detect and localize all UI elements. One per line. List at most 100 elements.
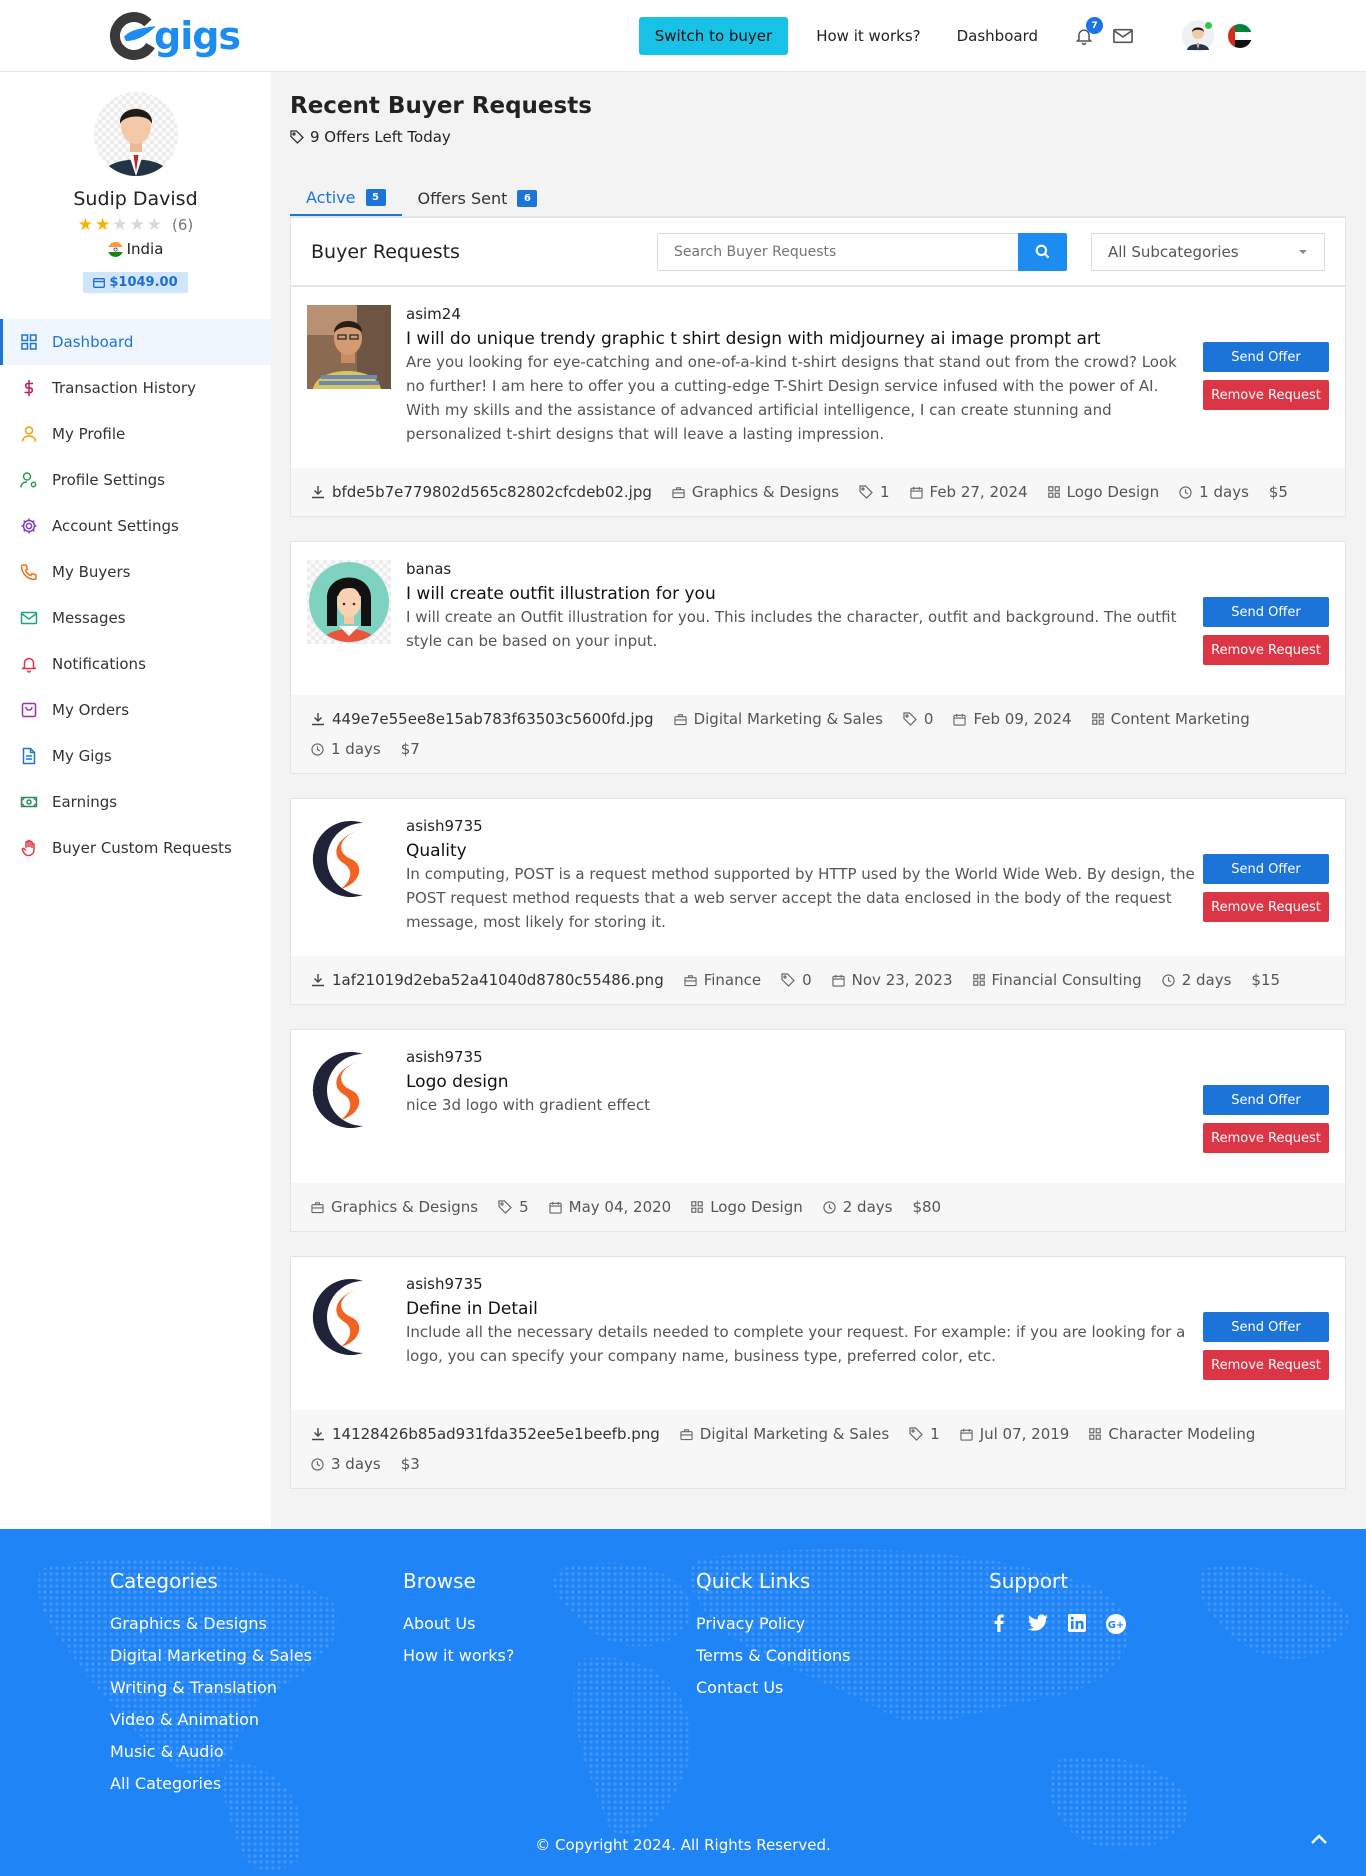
footer-link[interactable]: How it works? (403, 1645, 696, 1667)
footer-link[interactable]: About Us (403, 1613, 696, 1635)
requester-username[interactable]: asish9735 (406, 817, 1197, 835)
send-offer-button[interactable]: Send Offer (1203, 342, 1329, 372)
footer-link[interactable]: Terms & Conditions (696, 1645, 989, 1667)
tab-offers-sent[interactable]: Offers Sent 6 (402, 180, 554, 216)
sidebar-item-transaction-history[interactable]: Transaction History (0, 365, 271, 411)
footer-column-title: Quick Links (696, 1569, 811, 1593)
clock-icon (823, 1200, 836, 1214)
sidebar-item-earnings[interactable]: Earnings (0, 779, 271, 825)
footer-column-title: Browse (403, 1569, 476, 1593)
attachment-link[interactable]: bfde5b7e779802d565c82802cfcdeb02.jpg (311, 480, 652, 504)
request-duration: 1 days (311, 737, 381, 761)
social-google-plus-link[interactable]: G+ (1105, 1613, 1127, 1635)
grid-icon (1089, 1428, 1102, 1440)
requester-username[interactable]: banas (406, 560, 1197, 578)
social-facebook-link[interactable] (989, 1613, 1009, 1635)
site-logo[interactable]: gigs (108, 10, 241, 62)
briefcase-icon (684, 974, 697, 986)
buyer-requests-title: Buyer Requests (311, 240, 460, 263)
sidebar-item-profile-settings[interactable]: Profile Settings (0, 457, 271, 503)
social-twitter-link[interactable] (1027, 1613, 1049, 1635)
scroll-to-top-button[interactable] (1310, 1833, 1328, 1845)
download-icon (312, 1428, 324, 1441)
tab-active[interactable]: Active 5 (290, 180, 402, 216)
footer-link[interactable]: Digital Marketing & Sales (110, 1645, 403, 1667)
request-subcategory: Logo Design (691, 1195, 803, 1219)
remove-request-button[interactable]: Remove Request (1203, 1123, 1329, 1153)
send-offer-button[interactable]: Send Offer (1203, 1085, 1329, 1115)
requester-username[interactable]: asim24 (406, 305, 1197, 323)
request-description: I will create an Outfit illustration for… (406, 608, 1177, 650)
switch-to-buyer-button[interactable]: Switch to buyer (638, 17, 789, 55)
sidebar-item-messages[interactable]: Messages (0, 595, 271, 641)
briefcase-icon (311, 1201, 324, 1213)
sidebar-item-my-gigs[interactable]: My Gigs (0, 733, 271, 779)
search-button[interactable] (1018, 232, 1067, 271)
attachment-link[interactable]: 14128426b85ad931fda352ee5e1beefb.png (311, 1422, 660, 1446)
subcategory-text: Logo Design (710, 1198, 803, 1216)
nav-dashboard[interactable]: Dashboard (957, 27, 1038, 45)
star-icon: ★ (95, 215, 111, 235)
buyer-requests-header: Buyer Requests All Subcategories (291, 218, 1345, 286)
user-avatar[interactable] (1182, 20, 1214, 52)
sidebar-item-my-buyers[interactable]: My Buyers (0, 549, 271, 595)
notifications-button[interactable]: 7 (1074, 17, 1103, 46)
sidebar-item-dashboard[interactable]: Dashboard (0, 319, 271, 365)
profile-country: India (0, 240, 271, 258)
footer-link[interactable]: Graphics & Designs (110, 1613, 403, 1635)
clock-icon (311, 1457, 324, 1471)
send-offer-button[interactable]: Send Offer (1203, 1312, 1329, 1342)
requester-avatar (307, 1048, 391, 1132)
request-meta: bfde5b7e779802d565c82802cfcdeb02.jpg Grap… (291, 468, 1345, 516)
user-icon (21, 426, 37, 442)
hand-icon (21, 839, 35, 857)
request-content: asish9735 Quality In computing, POST is … (406, 817, 1197, 934)
calendar-icon (548, 1201, 562, 1214)
footer-link[interactable]: All Categories (110, 1773, 403, 1795)
sidebar-item-my-orders[interactable]: My Orders (0, 687, 271, 733)
requester-username[interactable]: asish9735 (406, 1048, 1197, 1066)
request-actions: Send Offer Remove Request (1203, 1275, 1329, 1388)
offers-left-text: 9 Offers Left Today (310, 128, 451, 146)
remove-request-button[interactable]: Remove Request (1203, 1350, 1329, 1380)
send-offer-button[interactable]: Send Offer (1203, 597, 1329, 627)
remove-request-button[interactable]: Remove Request (1203, 892, 1329, 922)
chevron-up-icon (1311, 1834, 1327, 1844)
send-offer-button[interactable]: Send Offer (1203, 854, 1329, 884)
briefcase-icon (672, 486, 685, 498)
facebook-icon (994, 1614, 1004, 1632)
sidebar-item-buyer-custom-requests[interactable]: Buyer Custom Requests (0, 825, 271, 871)
footer-link[interactable]: Contact Us (696, 1677, 989, 1699)
language-flag[interactable] (1228, 24, 1252, 48)
remove-request-button[interactable]: Remove Request (1203, 380, 1329, 410)
page-title: Recent Buyer Requests (290, 93, 592, 119)
request-subcategory: Character Modeling (1089, 1422, 1255, 1446)
search-input[interactable] (657, 232, 1018, 271)
footer-link[interactable]: Privacy Policy (696, 1613, 989, 1635)
request-offers-count: 0 (781, 968, 812, 992)
sidebar-item-my-profile[interactable]: My Profile (0, 411, 271, 457)
sidebar: Sudip Davisd ★ ★ ★ ★ ★ (6) India $1049.0… (0, 72, 271, 1529)
calendar-icon (953, 713, 967, 726)
footer-link[interactable]: Music & Audio (110, 1741, 403, 1763)
request-title: I will create outfit illustration for yo… (406, 584, 716, 604)
requester-username[interactable]: asish9735 (406, 1275, 1197, 1293)
request-duration: 2 days (823, 1195, 892, 1219)
sidebar-item-notifications[interactable]: Notifications (0, 641, 271, 687)
footer-link[interactable]: Writing & Translation (110, 1677, 403, 1699)
social-linkedin-link[interactable] (1067, 1613, 1087, 1635)
footer-link[interactable]: Video & Animation (110, 1709, 403, 1731)
budget-text: $15 (1251, 971, 1281, 989)
attachment-link[interactable]: 1af21019d2eba52a41040d8780c55486.png (311, 968, 664, 992)
subcategory-select[interactable]: All Subcategories (1091, 232, 1325, 271)
sidebar-item-account-settings[interactable]: Account Settings (0, 503, 271, 549)
profile-rating: ★ ★ ★ ★ ★ (6) (0, 216, 271, 234)
remove-request-button[interactable]: Remove Request (1203, 635, 1329, 665)
nav-how-it-works[interactable]: How it works? (816, 27, 920, 45)
buyer-requests-card: Buyer Requests All Subcategories (290, 217, 1346, 287)
request-body: asish9735 Logo design nice 3d logo with … (291, 1030, 1345, 1183)
search-icon (1035, 244, 1050, 259)
requester-avatar (307, 1275, 391, 1359)
messages-button[interactable] (1112, 26, 1134, 46)
attachment-link[interactable]: 449e7e55ee8e15ab783f63503c5600fd.jpg (311, 707, 654, 731)
